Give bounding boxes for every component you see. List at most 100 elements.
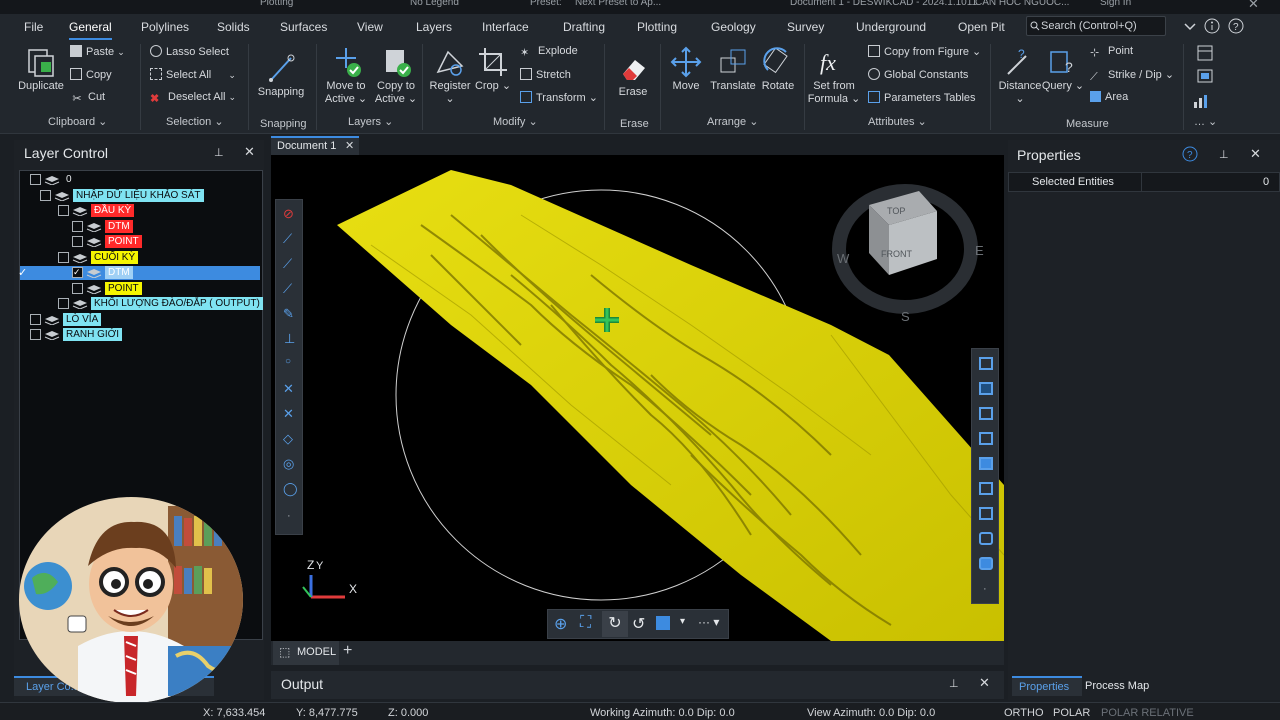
target-icon[interactable]: ◎ bbox=[283, 456, 294, 472]
close-output-icon[interactable]: ✕ bbox=[979, 675, 990, 691]
paste-button[interactable]: Paste ⌄ bbox=[70, 45, 125, 58]
layers-group-label[interactable]: Layers ⌄ bbox=[348, 115, 393, 128]
document-tab[interactable]: Document 1 ✕ bbox=[271, 136, 359, 155]
set-from-formula-button[interactable]: fx Set from Formula ⌄ bbox=[806, 42, 862, 106]
process-map-tab[interactable]: Process Map bbox=[1082, 676, 1162, 696]
preset-dropdown[interactable]: Next Preset to Ap... bbox=[575, 0, 661, 8]
layer-visibility-checkbox[interactable] bbox=[58, 298, 69, 309]
clipboard-group-label[interactable]: Clipboard ⌄ bbox=[48, 115, 107, 128]
legend-dropdown[interactable]: No Legend bbox=[410, 0, 459, 8]
menu-surfaces[interactable]: Surfaces bbox=[280, 20, 327, 34]
parameters-tables-button[interactable]: Parameters Tables bbox=[868, 91, 976, 104]
layer-row[interactable]: ĐẦU KỲ bbox=[20, 204, 260, 218]
more-tools-icon[interactable]: · bbox=[287, 510, 291, 522]
orbit-icon[interactable]: ↻ bbox=[602, 611, 628, 637]
close-window-icon[interactable]: ✕ bbox=[1248, 0, 1259, 12]
point-button[interactable]: ⊹ Point bbox=[1090, 45, 1133, 59]
pin-icon[interactable]: ⊥ bbox=[949, 677, 959, 690]
shading-dropdown-icon[interactable]: ▾ bbox=[680, 616, 685, 627]
pencil-icon[interactable]: ✎ bbox=[283, 306, 294, 322]
view-right-icon[interactable] bbox=[979, 482, 993, 495]
snapping-button[interactable]: Snapping bbox=[254, 48, 308, 99]
query-button[interactable]: ? Query ⌄ bbox=[1038, 42, 1088, 93]
menu-plotting[interactable]: Plotting bbox=[637, 20, 677, 34]
layer-row[interactable]: NHẬP DỮ LIỆU KHẢO SÁT bbox=[20, 188, 260, 203]
diamond-icon[interactable]: ◇ bbox=[283, 431, 293, 447]
bar-chart-icon[interactable] bbox=[1192, 92, 1218, 110]
erase-button[interactable]: Erase bbox=[607, 48, 659, 99]
panel-icon[interactable] bbox=[1196, 44, 1214, 62]
view-bottom-icon[interactable] bbox=[979, 382, 993, 395]
layer-row[interactable]: RANH GIỚI bbox=[20, 328, 260, 342]
info-icon[interactable] bbox=[1204, 18, 1220, 34]
move-button[interactable]: Move bbox=[660, 42, 712, 93]
close-tab-icon[interactable]: ✕ bbox=[345, 139, 354, 152]
polyline-tool-icon[interactable]: ⟋ bbox=[283, 256, 292, 272]
view-front-icon[interactable] bbox=[979, 407, 993, 420]
3d-viewport[interactable]: ⊘ ⟋ ⟋ ⟋ ✎ ⊥ ○ ✕ ✕ ◇ ◎ ◯ · TOP FRONT W E … bbox=[271, 155, 1004, 641]
close-panel-icon[interactable]: ✕ bbox=[244, 144, 255, 160]
layer-row[interactable]: POINT bbox=[20, 235, 260, 249]
copy-button[interactable]: Copy bbox=[70, 68, 112, 81]
dropdown-arrow-icon[interactable] bbox=[1182, 18, 1198, 34]
cut-button[interactable]: ✂ Cut bbox=[70, 91, 105, 105]
line-tool-icon[interactable]: ⟋ bbox=[283, 231, 292, 247]
layer-visibility-checkbox[interactable] bbox=[30, 329, 41, 340]
screen-icon[interactable] bbox=[1196, 68, 1214, 86]
menu-geology[interactable]: Geology bbox=[711, 20, 756, 34]
plotting-dropdown[interactable]: Plotting bbox=[260, 0, 293, 8]
more-nav-icon[interactable]: ··· ▾ bbox=[698, 615, 719, 629]
layer-visibility-checkbox[interactable] bbox=[30, 174, 41, 185]
rotate-button[interactable]: Rotate bbox=[752, 42, 804, 93]
menu-interface[interactable]: Interface bbox=[482, 20, 529, 34]
point-tool-icon[interactable]: ○ bbox=[285, 356, 291, 367]
view-iso2-icon[interactable] bbox=[979, 532, 993, 545]
no-symbol-icon[interactable]: ⊘ bbox=[283, 206, 294, 222]
transform-button[interactable]: Transform ⌄ bbox=[520, 91, 598, 104]
layer-row[interactable]: 0 bbox=[20, 173, 260, 187]
polar-toggle[interactable]: POLAR bbox=[1053, 707, 1090, 719]
add-layout-icon[interactable]: + bbox=[343, 642, 352, 660]
strike-dip-button[interactable]: ⟋ Strike / Dip ⌄ bbox=[1090, 68, 1174, 83]
close-panel-icon[interactable]: ✕ bbox=[1250, 146, 1261, 162]
view-cube[interactable]: TOP FRONT W E S bbox=[831, 177, 1001, 337]
menu-general[interactable]: General bbox=[69, 20, 112, 40]
menu-underground[interactable]: Underground bbox=[856, 20, 926, 34]
circle-icon[interactable]: ◯ bbox=[283, 481, 298, 497]
layer-row[interactable]: CUỐI KỲ bbox=[20, 250, 260, 265]
pin-icon[interactable]: ⊥ bbox=[1219, 148, 1229, 161]
view-left-icon[interactable] bbox=[979, 457, 993, 470]
more-ribbon-button[interactable]: … ⌄ bbox=[1194, 115, 1217, 128]
polar-relative-toggle[interactable]: POLAR RELATIVE bbox=[1101, 707, 1194, 719]
zoom-extents-icon[interactable]: ⛶ bbox=[580, 614, 591, 632]
menu-drafting[interactable]: Drafting bbox=[563, 20, 605, 34]
menu-survey[interactable]: Survey bbox=[787, 20, 824, 34]
rotate-view-icon[interactable]: ↺ bbox=[632, 614, 645, 634]
shading-icon[interactable] bbox=[656, 616, 670, 630]
global-constants-button[interactable]: Global Constants bbox=[868, 68, 968, 81]
explode-button[interactable]: ✶ Explode bbox=[520, 45, 578, 59]
crop-button[interactable]: Crop ⌄ bbox=[468, 42, 518, 93]
attributes-group-label[interactable]: Attributes ⌄ bbox=[868, 115, 927, 128]
sign-in-link[interactable]: Sign In bbox=[1100, 0, 1131, 8]
segment-tool-icon[interactable]: ⟋ bbox=[283, 281, 292, 297]
copy-to-active-button[interactable]: Copy to Active ⌄ bbox=[370, 42, 422, 106]
layer-row[interactable]: LÒ VỈA bbox=[20, 312, 260, 327]
layer-row[interactable]: ✓ DTM ✓ bbox=[18, 266, 260, 280]
selected-entities-row[interactable]: Selected Entities 0 bbox=[1008, 172, 1280, 192]
intersect-icon[interactable]: ✕ bbox=[283, 381, 294, 397]
stretch-button[interactable]: Stretch bbox=[520, 68, 571, 81]
move-to-active-button[interactable]: Move to Active ⌄ bbox=[320, 42, 372, 106]
cross-icon[interactable]: ✕ bbox=[283, 406, 294, 422]
layer-visibility-checkbox[interactable] bbox=[58, 251, 69, 263]
help-icon[interactable]: ? bbox=[1228, 18, 1244, 34]
menu-layers[interactable]: Layers bbox=[416, 20, 452, 34]
view-back-icon[interactable] bbox=[979, 432, 993, 445]
menu-open-pit[interactable]: Open Pit bbox=[958, 20, 1005, 34]
view-iso-icon[interactable] bbox=[979, 507, 993, 520]
layer-visibility-checkbox[interactable] bbox=[72, 220, 83, 232]
layer-visibility-checkbox[interactable] bbox=[72, 282, 83, 294]
arrange-group-label[interactable]: Arrange ⌄ bbox=[707, 115, 758, 128]
layer-row[interactable]: KHỐI LƯỢNG ĐÀO/ĐẮP ( OUTPUT) bbox=[20, 297, 263, 311]
model-tab[interactable]: ⬚ MODEL bbox=[273, 641, 339, 665]
